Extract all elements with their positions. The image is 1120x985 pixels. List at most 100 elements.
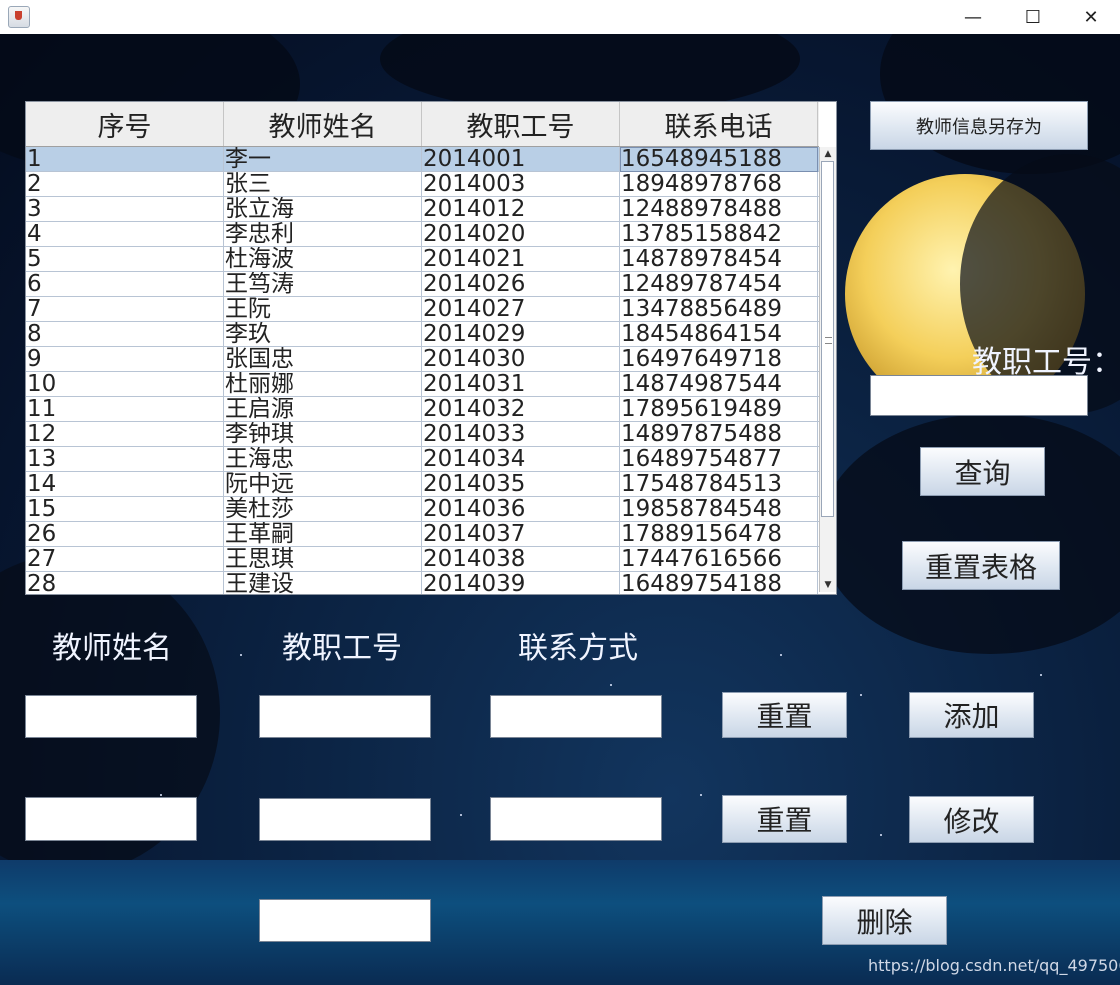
table-row[interactable]: 11 王启源 2014032 17895619489 — [26, 397, 819, 422]
delete-staff-no-input[interactable] — [259, 899, 431, 942]
cell-phone[interactable]: 17548784513 — [620, 472, 818, 497]
table-row[interactable]: 13 王海忠 2014034 16489754877 — [26, 447, 819, 472]
add-contact-input[interactable] — [490, 695, 662, 738]
table-row[interactable]: 4 李忠利 2014020 13785158842 — [26, 222, 819, 247]
table-row[interactable]: 3 张立海 2014012 12488978488 — [26, 197, 819, 222]
cell-staff-no[interactable]: 2014030 — [422, 347, 620, 372]
cell-name[interactable]: 王启源 — [224, 397, 422, 422]
reset-add-form-button[interactable]: 重置 — [722, 692, 847, 738]
delete-button[interactable]: 删除 — [822, 896, 947, 945]
cell-index[interactable]: 7 — [26, 297, 224, 322]
table-row[interactable]: 6 王笃涛 2014026 12489787454 — [26, 272, 819, 297]
cell-staff-no[interactable]: 2014039 — [422, 572, 620, 594]
cell-staff-no[interactable]: 2014003 — [422, 172, 620, 197]
cell-staff-no[interactable]: 2014032 — [422, 397, 620, 422]
modify-name-input[interactable] — [25, 797, 197, 841]
cell-index[interactable]: 8 — [26, 322, 224, 347]
table-row[interactable]: 9 张国忠 2014030 16497649718 — [26, 347, 819, 372]
scroll-down-arrow-icon[interactable]: ▼ — [820, 578, 836, 592]
save-as-button[interactable]: 教师信息另存为 — [870, 101, 1088, 150]
query-staff-no-input[interactable] — [870, 375, 1088, 416]
cell-phone[interactable]: 13478856489 — [620, 297, 818, 322]
table-row[interactable]: 26 王革嗣 2014037 17889156478 — [26, 522, 819, 547]
table-row[interactable]: 27 王思琪 2014038 17447616566 — [26, 547, 819, 572]
cell-index[interactable]: 14 — [26, 472, 224, 497]
cell-name[interactable]: 王阮 — [224, 297, 422, 322]
table-row[interactable]: 14 阮中远 2014035 17548784513 — [26, 472, 819, 497]
close-button[interactable]: ✕ — [1062, 0, 1120, 34]
teacher-table[interactable]: 序号 教师姓名 教职工号 联系电话 1 李一 2014001 16548945188 2… — [25, 101, 837, 595]
cell-index[interactable]: 3 — [26, 197, 224, 222]
cell-index[interactable]: 4 — [26, 222, 224, 247]
cell-name[interactable]: 李钟琪 — [224, 422, 422, 447]
cell-staff-no[interactable]: 2014020 — [422, 222, 620, 247]
table-row[interactable]: 12 李钟琪 2014033 14897875488 — [26, 422, 819, 447]
cell-phone[interactable]: 19858784548 — [620, 497, 818, 522]
cell-staff-no[interactable]: 2014038 — [422, 547, 620, 572]
cell-index[interactable]: 28 — [26, 572, 224, 594]
cell-index[interactable]: 1 — [26, 147, 224, 172]
add-name-input[interactable] — [25, 695, 197, 738]
cell-staff-no[interactable]: 2014021 — [422, 247, 620, 272]
cell-name[interactable]: 王建设 — [224, 572, 422, 594]
table-row[interactable]: 7 王阮 2014027 13478856489 — [26, 297, 819, 322]
modify-contact-input[interactable] — [490, 797, 662, 841]
cell-name[interactable]: 阮中远 — [224, 472, 422, 497]
query-button[interactable]: 查询 — [920, 447, 1045, 496]
cell-phone[interactable]: 16489754188 — [620, 572, 818, 594]
column-header-phone[interactable]: 联系电话 — [620, 102, 818, 146]
cell-phone[interactable]: 16548945188 — [620, 147, 818, 172]
table-row[interactable]: 28 王建设 2014039 16489754188 — [26, 572, 819, 594]
add-button[interactable]: 添加 — [909, 692, 1034, 738]
cell-index[interactable]: 9 — [26, 347, 224, 372]
cell-index[interactable]: 15 — [26, 497, 224, 522]
table-scrollbar[interactable]: ▲ ▼ — [819, 147, 836, 592]
cell-index[interactable]: 5 — [26, 247, 224, 272]
cell-name[interactable]: 李忠利 — [224, 222, 422, 247]
cell-phone[interactable]: 16497649718 — [620, 347, 818, 372]
cell-name[interactable]: 王革嗣 — [224, 522, 422, 547]
cell-phone[interactable]: 13785158842 — [620, 222, 818, 247]
cell-phone[interactable]: 16489754877 — [620, 447, 818, 472]
cell-phone[interactable]: 18948978768 — [620, 172, 818, 197]
cell-name[interactable]: 李玖 — [224, 322, 422, 347]
modify-button[interactable]: 修改 — [909, 796, 1034, 843]
cell-name[interactable]: 张三 — [224, 172, 422, 197]
cell-staff-no[interactable]: 2014034 — [422, 447, 620, 472]
cell-name[interactable]: 张立海 — [224, 197, 422, 222]
cell-staff-no[interactable]: 2014037 — [422, 522, 620, 547]
cell-phone[interactable]: 17895619489 — [620, 397, 818, 422]
cell-phone[interactable]: 17889156478 — [620, 522, 818, 547]
cell-name[interactable]: 王笃涛 — [224, 272, 422, 297]
maximize-button[interactable]: ☐ — [1004, 0, 1062, 34]
cell-name[interactable]: 王海忠 — [224, 447, 422, 472]
cell-staff-no[interactable]: 2014027 — [422, 297, 620, 322]
cell-name[interactable]: 杜丽娜 — [224, 372, 422, 397]
cell-staff-no[interactable]: 2014031 — [422, 372, 620, 397]
cell-phone[interactable]: 18454864154 — [620, 322, 818, 347]
column-header-staff-no[interactable]: 教职工号 — [422, 102, 620, 146]
table-row[interactable]: 5 杜海波 2014021 14878978454 — [26, 247, 819, 272]
cell-index[interactable]: 26 — [26, 522, 224, 547]
cell-index[interactable]: 6 — [26, 272, 224, 297]
table-row[interactable]: 8 李玖 2014029 18454864154 — [26, 322, 819, 347]
table-row[interactable]: 10 杜丽娜 2014031 14874987544 — [26, 372, 819, 397]
column-header-name[interactable]: 教师姓名 — [224, 102, 422, 146]
cell-staff-no[interactable]: 2014026 — [422, 272, 620, 297]
table-row[interactable]: 15 美杜莎 2014036 19858784548 — [26, 497, 819, 522]
minimize-button[interactable]: — — [944, 0, 1002, 34]
cell-phone[interactable]: 17447616566 — [620, 547, 818, 572]
cell-staff-no[interactable]: 2014036 — [422, 497, 620, 522]
cell-staff-no[interactable]: 2014035 — [422, 472, 620, 497]
add-staff-no-input[interactable] — [259, 695, 431, 738]
cell-staff-no[interactable]: 2014033 — [422, 422, 620, 447]
cell-phone[interactable]: 14878978454 — [620, 247, 818, 272]
cell-phone[interactable]: 12489787454 — [620, 272, 818, 297]
cell-staff-no[interactable]: 2014029 — [422, 322, 620, 347]
scroll-up-arrow-icon[interactable]: ▲ — [820, 147, 836, 161]
scrollbar-thumb[interactable] — [821, 161, 834, 517]
modify-staff-no-input[interactable] — [259, 798, 431, 841]
table-row[interactable]: 1 李一 2014001 16548945188 — [26, 147, 819, 172]
reset-modify-form-button[interactable]: 重置 — [722, 795, 847, 843]
cell-name[interactable]: 王思琪 — [224, 547, 422, 572]
